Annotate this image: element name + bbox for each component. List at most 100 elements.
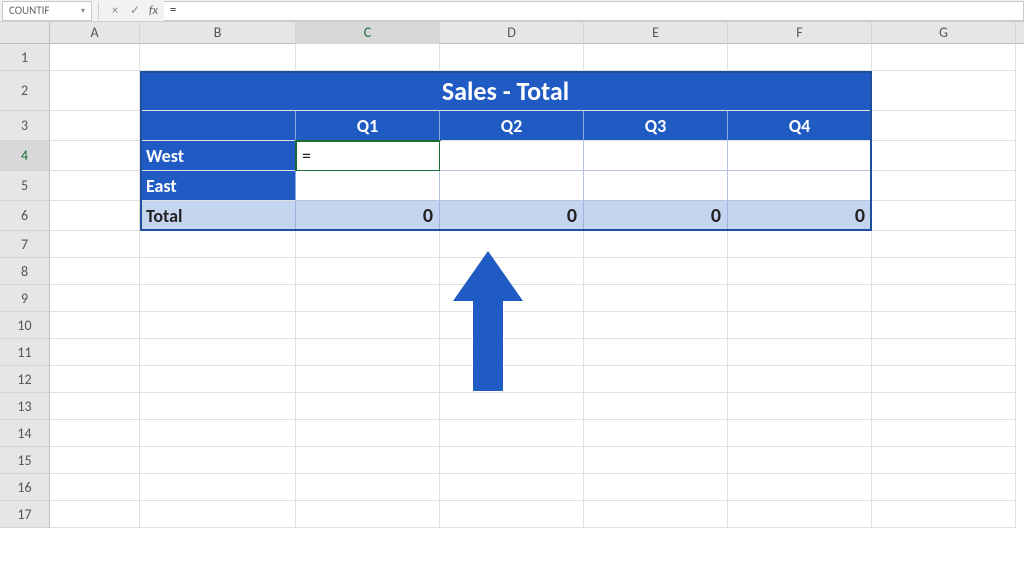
cell-c14[interactable] (296, 420, 440, 447)
table-header-q2[interactable]: Q2 (440, 111, 584, 141)
cell-f12[interactable] (728, 366, 872, 393)
cell-d6-total[interactable]: 0 (440, 201, 584, 231)
cell-c1[interactable] (296, 44, 440, 71)
table-header-blank[interactable] (140, 111, 296, 141)
cell-d10[interactable] (440, 312, 584, 339)
row-header-13[interactable]: 13 (0, 393, 49, 420)
cell-b15[interactable] (140, 447, 296, 474)
cell-f5[interactable] (728, 171, 872, 201)
cell-g12[interactable] (872, 366, 1016, 393)
cell-f6-total[interactable]: 0 (728, 201, 872, 231)
cell-area[interactable]: Sales - Total Q1 Q2 Q3 Q4 West = (50, 44, 1024, 528)
cell-a17[interactable] (50, 501, 140, 528)
cell-e15[interactable] (584, 447, 728, 474)
cell-a14[interactable] (50, 420, 140, 447)
cell-g10[interactable] (872, 312, 1016, 339)
row-header-6[interactable]: 6 (0, 201, 49, 231)
cell-d13[interactable] (440, 393, 584, 420)
cell-f4[interactable] (728, 141, 872, 171)
col-header-e[interactable]: E (584, 22, 728, 44)
cell-a1[interactable] (50, 44, 140, 71)
cell-g8[interactable] (872, 258, 1016, 285)
cell-b8[interactable] (140, 258, 296, 285)
row-label-east[interactable]: East (140, 171, 296, 201)
cell-e5[interactable] (584, 171, 728, 201)
cell-d5[interactable] (440, 171, 584, 201)
cell-g1[interactable] (872, 44, 1016, 71)
row-header-8[interactable]: 8 (0, 258, 49, 285)
cell-a11[interactable] (50, 339, 140, 366)
cell-d17[interactable] (440, 501, 584, 528)
cell-e14[interactable] (584, 420, 728, 447)
cell-e8[interactable] (584, 258, 728, 285)
cell-d8[interactable] (440, 258, 584, 285)
cell-g5[interactable] (872, 171, 1016, 201)
cell-c17[interactable] (296, 501, 440, 528)
cell-a5[interactable] (50, 171, 140, 201)
cell-e17[interactable] (584, 501, 728, 528)
name-box[interactable]: COUNTIF ▾ (2, 1, 92, 21)
cell-g16[interactable] (872, 474, 1016, 501)
cell-b1[interactable] (140, 44, 296, 71)
row-header-2[interactable]: 2 (0, 71, 49, 111)
col-header-g[interactable]: G (872, 22, 1016, 44)
cell-c4-editing[interactable]: = (296, 141, 440, 171)
cell-e1[interactable] (584, 44, 728, 71)
cell-a3[interactable] (50, 111, 140, 141)
cell-g11[interactable] (872, 339, 1016, 366)
cell-c12[interactable] (296, 366, 440, 393)
row-header-1[interactable]: 1 (0, 44, 49, 71)
cell-d4[interactable] (440, 141, 584, 171)
cell-e4[interactable] (584, 141, 728, 171)
table-header-q3[interactable]: Q3 (584, 111, 728, 141)
cell-f17[interactable] (728, 501, 872, 528)
cell-c8[interactable] (296, 258, 440, 285)
row-header-7[interactable]: 7 (0, 231, 49, 258)
cell-b13[interactable] (140, 393, 296, 420)
cancel-icon[interactable]: × (107, 3, 123, 19)
cell-a12[interactable] (50, 366, 140, 393)
cell-d7[interactable] (440, 231, 584, 258)
cell-f7[interactable] (728, 231, 872, 258)
fx-label[interactable]: fx (149, 4, 158, 18)
cell-c10[interactable] (296, 312, 440, 339)
cell-d16[interactable] (440, 474, 584, 501)
cell-e16[interactable] (584, 474, 728, 501)
cell-f13[interactable] (728, 393, 872, 420)
cell-d11[interactable] (440, 339, 584, 366)
cell-c13[interactable] (296, 393, 440, 420)
cell-g17[interactable] (872, 501, 1016, 528)
cell-a13[interactable] (50, 393, 140, 420)
cell-f16[interactable] (728, 474, 872, 501)
cell-f9[interactable] (728, 285, 872, 312)
col-header-c[interactable]: C (296, 22, 440, 44)
cell-f10[interactable] (728, 312, 872, 339)
col-header-f[interactable]: F (728, 22, 872, 44)
table-title[interactable]: Sales - Total (140, 71, 872, 111)
row-header-10[interactable]: 10 (0, 312, 49, 339)
row-label-total[interactable]: Total (140, 201, 296, 231)
cell-b17[interactable] (140, 501, 296, 528)
cell-c6-total[interactable]: 0 (296, 201, 440, 231)
cell-c15[interactable] (296, 447, 440, 474)
cell-b7[interactable] (140, 231, 296, 258)
cell-g7[interactable] (872, 231, 1016, 258)
cell-g3[interactable] (872, 111, 1016, 141)
col-header-d[interactable]: D (440, 22, 584, 44)
row-header-14[interactable]: 14 (0, 420, 49, 447)
cell-e13[interactable] (584, 393, 728, 420)
cell-g2[interactable] (872, 71, 1016, 111)
row-header-5[interactable]: 5 (0, 171, 49, 201)
cell-d9[interactable] (440, 285, 584, 312)
row-header-16[interactable]: 16 (0, 474, 49, 501)
cell-a8[interactable] (50, 258, 140, 285)
row-header-17[interactable]: 17 (0, 501, 49, 528)
cell-g13[interactable] (872, 393, 1016, 420)
cell-a6[interactable] (50, 201, 140, 231)
confirm-icon[interactable]: ✓ (127, 3, 143, 19)
row-header-11[interactable]: 11 (0, 339, 49, 366)
formula-input[interactable]: = (164, 1, 1024, 21)
row-header-4[interactable]: 4 (0, 141, 49, 171)
cell-a10[interactable] (50, 312, 140, 339)
cell-d15[interactable] (440, 447, 584, 474)
